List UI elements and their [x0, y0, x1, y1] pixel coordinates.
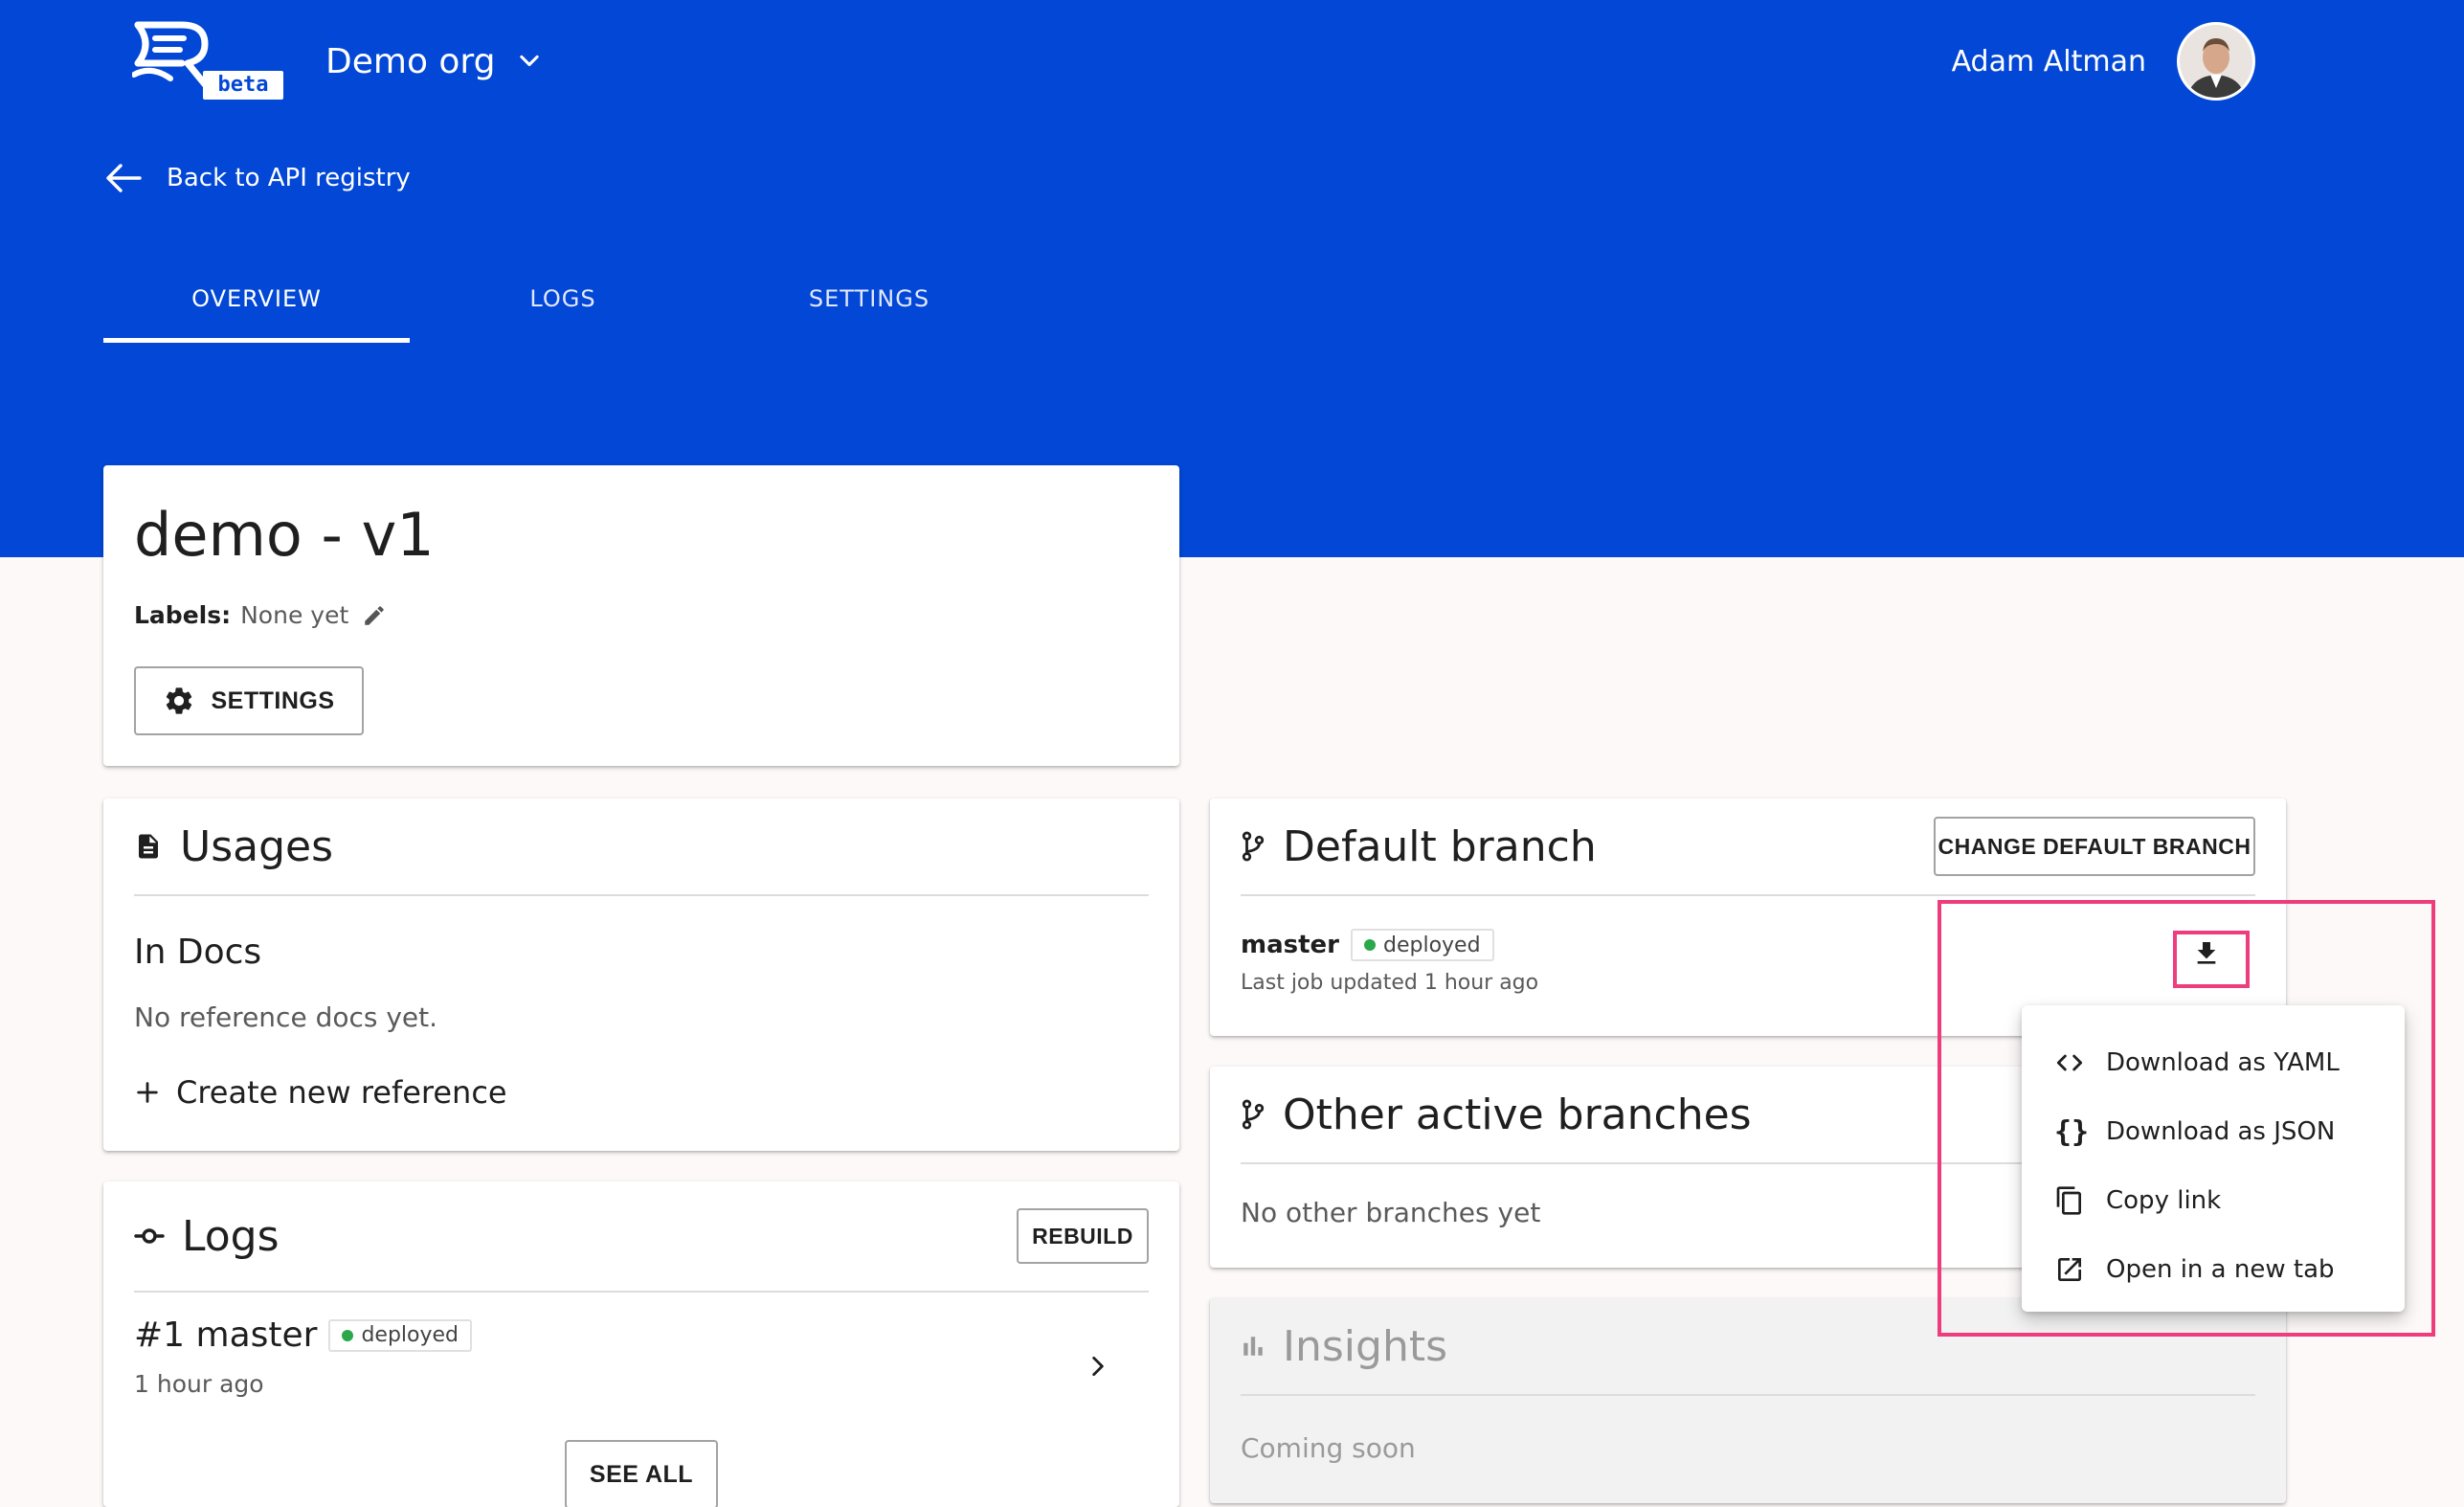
- branch-icon: [1242, 1099, 1265, 1130]
- status-badge-label: deployed: [361, 1323, 459, 1347]
- log-entry-time: 1 hour ago: [134, 1370, 264, 1398]
- last-job-text: Last job updated 1 hour ago: [1241, 971, 1539, 995]
- logs-card: Logs REBUILD #1 master deployed 1 hour a…: [103, 1181, 1179, 1507]
- default-branch-header: Default branch CHANGE DEFAULT BRANCH: [1241, 798, 2255, 896]
- braces-icon: {}: [2054, 1114, 2090, 1149]
- chevron-down-icon: [520, 55, 540, 67]
- app-logo[interactable]: beta: [132, 21, 285, 100]
- default-branch-row: master deployed Last job updated 1 hour …: [1241, 929, 1538, 995]
- menu-item-download-json[interactable]: {} Download as JSON: [2022, 1097, 2405, 1166]
- back-to-registry-link[interactable]: Back to API registry: [105, 163, 411, 193]
- branch-name: master: [1241, 931, 1339, 959]
- org-name: Demo org: [325, 41, 496, 81]
- user-name: Adam Altman: [1951, 44, 2146, 79]
- settings-button[interactable]: SETTINGS: [134, 666, 364, 735]
- default-branch-card: Default branch CHANGE DEFAULT BRANCH mas…: [1210, 798, 2286, 1036]
- insights-subtitle: Coming soon: [1241, 1432, 1416, 1464]
- api-summary-card: demo - v1 Labels: None yet SETTINGS: [103, 465, 1179, 766]
- avatar[interactable]: [2177, 22, 2255, 101]
- user-photo-icon: [2180, 25, 2252, 98]
- copy-icon: [2056, 1186, 2081, 1215]
- default-branch-title: Default branch: [1283, 821, 1597, 871]
- status-badge: deployed: [328, 1318, 473, 1352]
- usages-card: Usages In Docs No reference docs yet. Cr…: [103, 798, 1179, 1151]
- usages-title: Usages: [180, 821, 334, 871]
- menu-item-download-yaml[interactable]: Download as YAML: [2022, 1028, 2405, 1097]
- insights-header: Insights: [1241, 1298, 2255, 1396]
- tab-settings[interactable]: SETTINGS: [716, 270, 1022, 343]
- labels-row: Labels: None yet: [134, 601, 387, 629]
- download-button[interactable]: [2175, 929, 2238, 978]
- menu-item-copy-link[interactable]: Copy link: [2022, 1166, 2405, 1235]
- create-reference-link[interactable]: Create new reference: [134, 1074, 507, 1111]
- other-branches-title: Other active branches: [1283, 1090, 1752, 1139]
- usages-empty-text: No reference docs yet.: [134, 1001, 438, 1033]
- menu-item-label: Download as JSON: [2106, 1117, 2336, 1146]
- org-switcher[interactable]: Demo org: [325, 34, 543, 88]
- gear-icon: [167, 687, 192, 714]
- branch-icon: [1242, 831, 1265, 862]
- arrow-left-icon: [106, 164, 142, 192]
- page-title: demo - v1: [134, 500, 435, 570]
- status-badge-label: deployed: [1383, 933, 1481, 957]
- create-reference-label: Create new reference: [176, 1074, 507, 1111]
- document-icon: [139, 834, 158, 859]
- labels-key: Labels:: [134, 601, 232, 629]
- usages-header: Usages: [134, 798, 1149, 896]
- back-label: Back to API registry: [167, 164, 411, 192]
- bar-chart-icon: [1243, 1337, 1263, 1356]
- usages-section-title: In Docs: [134, 933, 262, 972]
- download-menu: Download as YAML {} Download as JSON Cop…: [2022, 1005, 2405, 1312]
- code-icon: [2056, 1054, 2083, 1071]
- status-dot: [342, 1329, 354, 1341]
- open-in-new-icon: [2058, 1258, 2081, 1281]
- log-entry-title-row: #1 master deployed: [134, 1316, 1149, 1355]
- user-menu[interactable]: Adam Altman: [1952, 21, 2255, 101]
- plus-icon: [137, 1082, 158, 1103]
- menu-item-label: Copy link: [2106, 1186, 2222, 1215]
- pencil-icon[interactable]: [362, 603, 387, 628]
- menu-item-label: Download as YAML: [2106, 1048, 2340, 1077]
- tab-logs[interactable]: LOGS: [410, 270, 716, 343]
- logs-title: Logs: [182, 1211, 280, 1261]
- other-branches-empty-text: No other branches yet: [1241, 1197, 1541, 1228]
- menu-item-label: Open in a new tab: [2106, 1255, 2335, 1284]
- tab-bar: OVERVIEW LOGS SETTINGS: [103, 270, 1022, 343]
- download-icon: [2197, 942, 2216, 964]
- beta-badge: beta: [203, 71, 283, 100]
- log-entry[interactable]: #1 master deployed 1 hour ago: [134, 1316, 1149, 1411]
- default-branch-name-row: master deployed: [1241, 929, 1538, 961]
- status-badge: deployed: [1351, 929, 1494, 961]
- status-dot: [1364, 939, 1376, 951]
- log-entry-title: #1 master: [134, 1316, 318, 1355]
- chevron-right-icon: [1092, 1356, 1104, 1377]
- menu-item-open-new-tab[interactable]: Open in a new tab: [2022, 1235, 2405, 1304]
- rebuild-button[interactable]: REBUILD: [1017, 1208, 1149, 1264]
- insights-title: Insights: [1283, 1321, 1448, 1371]
- settings-button-label: SETTINGS: [211, 686, 335, 714]
- logs-header: Logs REBUILD: [134, 1181, 1149, 1293]
- see-all-button[interactable]: SEE ALL: [565, 1440, 718, 1507]
- tab-overview[interactable]: OVERVIEW: [103, 270, 410, 343]
- labels-value: None yet: [240, 601, 349, 629]
- commit-icon: [134, 1228, 165, 1244]
- insights-card: Insights Coming soon: [1210, 1298, 2286, 1503]
- change-default-branch-button[interactable]: CHANGE DEFAULT BRANCH: [1934, 817, 2255, 876]
